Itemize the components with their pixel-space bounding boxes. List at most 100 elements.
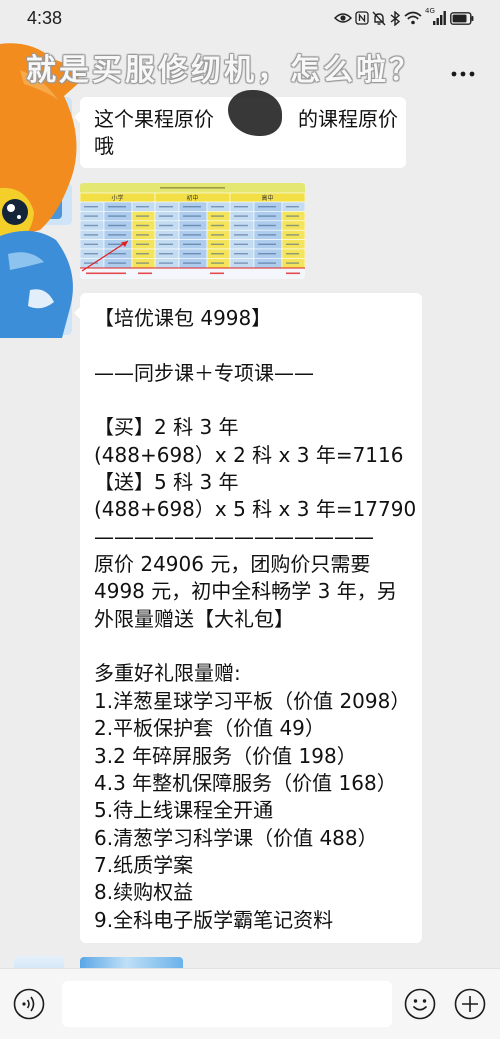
promo-message-line: 6.清葱学习科学课（价值 488） — [94, 825, 378, 850]
signal-icon: 4G — [425, 7, 447, 26]
table-group-header-label: 初中 — [186, 194, 198, 202]
table-cell-text — [183, 206, 201, 208]
table-cell-text — [286, 206, 299, 208]
table-cell-text — [258, 215, 276, 217]
table-cell-text — [211, 243, 224, 245]
more-icon[interactable] — [450, 64, 476, 77]
promo-message-line: 3.2 年碎屏服务（价值 198） — [94, 743, 357, 768]
table-cell-text — [234, 206, 248, 208]
table-cell-text — [211, 262, 224, 264]
table-cell-text — [211, 253, 224, 255]
message-input[interactable] — [62, 981, 392, 1027]
table-total-text — [286, 272, 300, 275]
status-icons: 4G — [334, 7, 474, 27]
table-cell-text — [258, 224, 276, 227]
table-cell-text — [84, 234, 98, 236]
table-cell-text — [286, 262, 299, 264]
promo-message-line: 9.全科电子版学霸笔记资料 — [94, 907, 334, 932]
table-cell-text — [108, 215, 126, 217]
network-type-label: 4G — [425, 7, 435, 15]
promo-message-line: 【送】5 科 3 年 — [94, 470, 239, 495]
table-cell-text — [286, 234, 299, 236]
voice-icon[interactable] — [13, 988, 45, 1020]
promo-message-line — [94, 387, 414, 414]
text-message-start: 这个果程原价 — [94, 107, 214, 131]
table-cell-text — [211, 206, 224, 208]
table-cell-text — [159, 253, 173, 255]
table-cell-text — [159, 262, 173, 264]
promo-message-line: 原价 24906 元，团购价只需要 — [94, 552, 371, 577]
text-message-end: 的课程原价 — [298, 107, 398, 131]
promo-message-text: 【培优课包 4998】 ——同步课＋专项课—— 【买】2 科 3 年 (488+698… — [94, 305, 417, 934]
table-cell-text — [159, 243, 173, 245]
table-cell-text — [136, 234, 149, 236]
table-cell-text — [84, 206, 98, 208]
plus-icon[interactable] — [454, 988, 486, 1020]
mute-icon — [372, 11, 386, 26]
table-cell-text — [108, 206, 126, 208]
emoji-icon[interactable] — [404, 988, 436, 1020]
table-cell-text — [258, 234, 276, 236]
table-cell-text — [258, 206, 276, 208]
table-cell-text — [234, 215, 248, 217]
table-cell-text — [159, 206, 173, 208]
table-cell-text — [159, 215, 173, 217]
overlay-title: 就是买服修纫机，怎么啦？ — [26, 53, 422, 88]
table-cell-text — [136, 243, 149, 245]
image-message-bubble[interactable]: 小学 初中 高中 — [80, 183, 305, 279]
table-cell-text — [159, 224, 173, 227]
status-time: 4:38 — [27, 8, 63, 28]
promo-message-line: 外限量赠送【大礼包】 — [94, 606, 294, 631]
promo-message-line: —————————————— — [94, 524, 374, 549]
table-cell-text — [211, 224, 224, 227]
table-cell-text — [234, 253, 248, 255]
promo-message-line — [94, 633, 414, 660]
table-cell-text — [108, 262, 126, 264]
table-cell-text — [286, 215, 299, 217]
table-cell-text — [84, 253, 98, 255]
table-cell-text — [286, 243, 299, 245]
promo-message-line: 【买】2 科 3 年 — [94, 415, 239, 440]
table-cell-text — [286, 224, 299, 227]
promo-message-line: 5.待上线课程全开通 — [94, 798, 274, 823]
table-cell-text — [234, 243, 248, 245]
promo-message-line: 【培优课包 4998】 — [94, 306, 272, 330]
promo-message-bubble[interactable]: 【培优课包 4998】 ——同步课＋专项课—— 【买】2 科 3 年 (488+698… — [74, 293, 422, 943]
table-cell-text — [136, 253, 149, 255]
promo-message-line: (488+698）x 2 科 x 3 年=7116 — [94, 442, 404, 467]
promo-message-line — [94, 332, 414, 359]
table-total-text — [210, 272, 224, 275]
table-cell-text — [108, 234, 126, 236]
table-cell-text — [234, 234, 248, 236]
table-total-text — [138, 272, 152, 275]
promo-message-line: 4.3 年整机保障服务（价值 168） — [94, 770, 397, 795]
promo-message-line: 7.纸质学案 — [94, 852, 194, 877]
table-cell-text — [84, 224, 98, 227]
table-cell-text — [108, 224, 126, 227]
table-cell-text — [136, 206, 149, 208]
table-cell-text — [84, 215, 98, 217]
table-cell-text — [136, 262, 149, 264]
table-cell-text — [211, 234, 224, 236]
table-group-header-label: 小学 — [111, 194, 123, 202]
promo-message-line: 多重好礼限量赠: — [94, 661, 241, 686]
promo-message-line: 8.续购权益 — [94, 880, 194, 905]
status-bar: 4:38 4G — [0, 0, 500, 36]
battery-icon — [450, 11, 474, 25]
table-cell-text — [183, 215, 201, 217]
promo-message-line: 4998 元，初中全科畅学 3 年，另 — [94, 579, 397, 604]
price-table-image: 小学 初中 高中 — [80, 183, 305, 279]
bluetooth-icon — [389, 10, 401, 26]
text-message-line: 哦 — [94, 134, 114, 158]
table-cell-text — [136, 224, 149, 227]
promo-message-line: ——同步课＋专项课—— — [94, 360, 314, 385]
promo-message-line: 2.平板保护套（价值 49） — [94, 716, 325, 741]
table-cell-text — [183, 224, 201, 227]
table-cell-text — [286, 253, 299, 255]
table-cell-text — [183, 234, 201, 236]
promo-message-line: (488+698）x 5 科 x 3 年=17790 — [94, 497, 417, 522]
table-group-header-label: 高中 — [261, 194, 273, 202]
table-cell-text — [136, 215, 149, 217]
nfc-icon — [355, 11, 369, 25]
table-cell-text — [258, 253, 276, 255]
